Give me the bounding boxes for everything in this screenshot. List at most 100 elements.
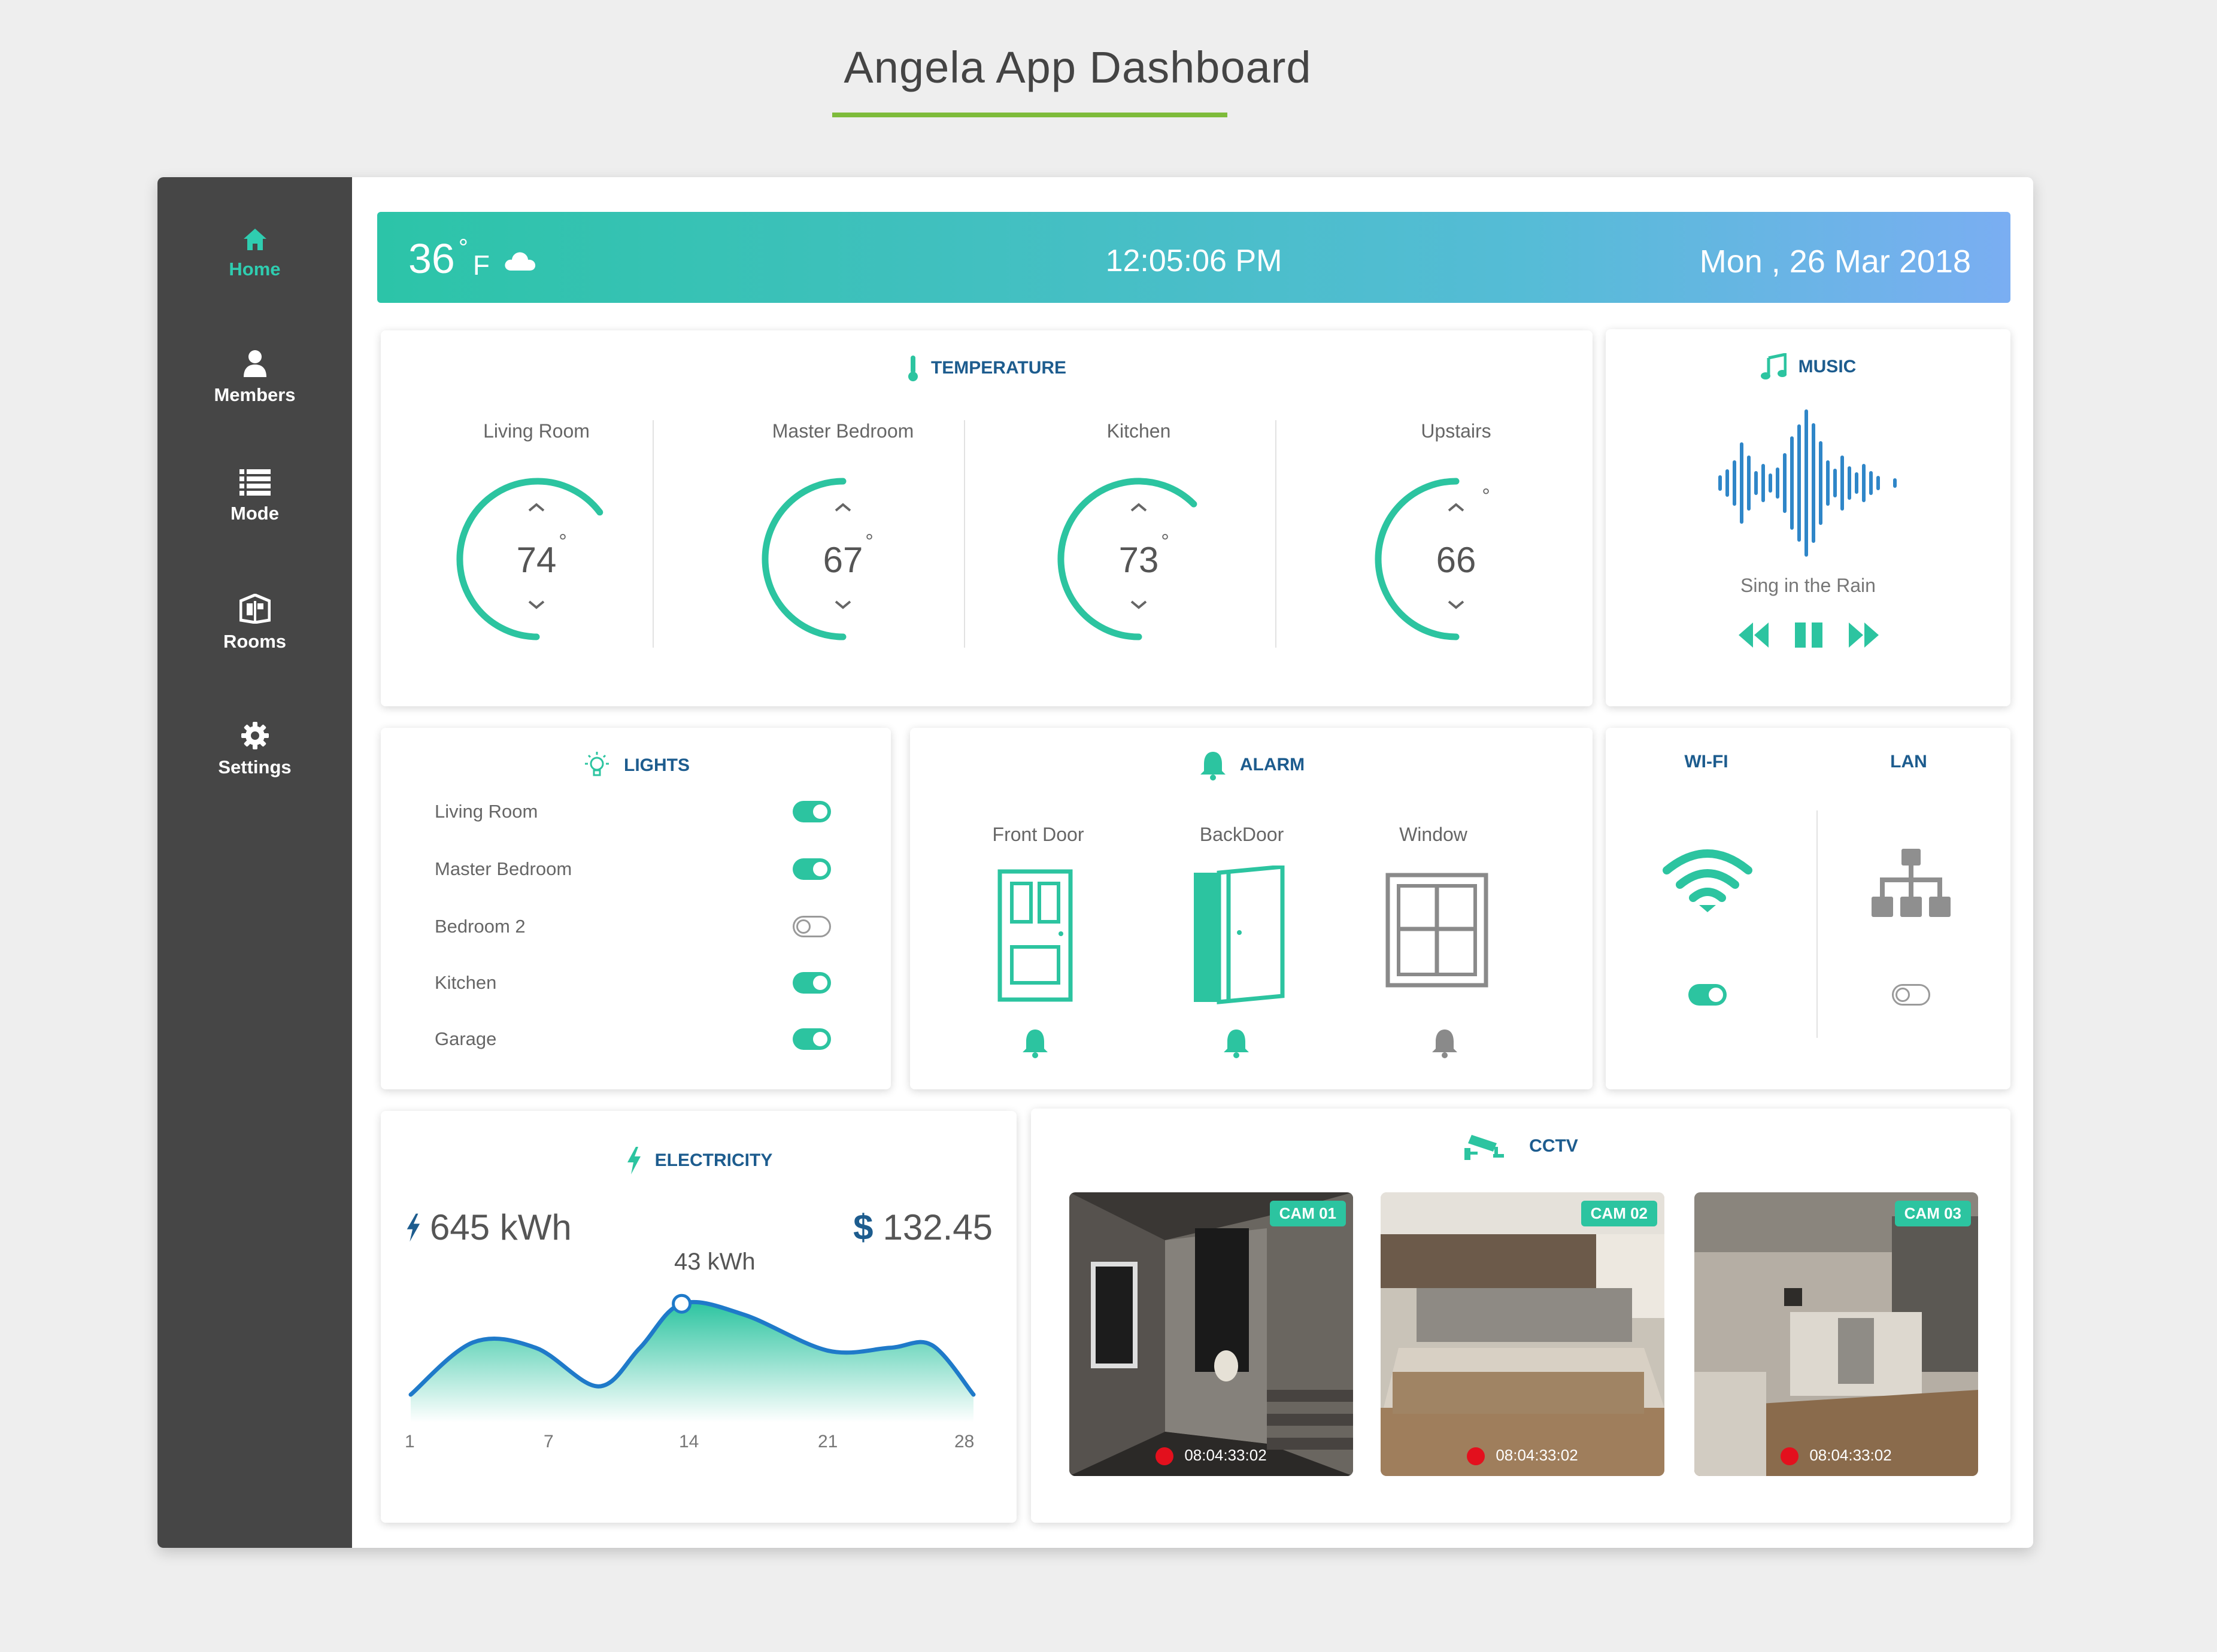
light-label: Garage	[435, 1028, 497, 1049]
thermometer-icon	[908, 356, 918, 381]
sidebar-item-rooms[interactable]: Rooms	[157, 594, 352, 652]
camera-image-bedroom	[1381, 1192, 1664, 1476]
sidebar-item-home[interactable]: Home	[157, 227, 352, 280]
zone-temp-value: 73	[1119, 540, 1159, 580]
x-tick-label: 21	[818, 1432, 838, 1451]
chevron-down-icon	[835, 600, 851, 609]
energy-cost: $132.45	[853, 1207, 993, 1248]
zone-temp-value: 74	[517, 540, 557, 580]
record-indicator-icon	[1155, 1447, 1174, 1465]
alarm-title: ALARM	[1239, 755, 1305, 775]
energy-usage-value: 645 kWh	[430, 1207, 572, 1247]
chevron-up-icon	[1448, 503, 1464, 512]
camera-feed[interactable]: CAM 01 08:04:33:02	[1069, 1192, 1353, 1476]
light-toggle[interactable]	[793, 916, 831, 937]
light-row-kitchen: Kitchen	[435, 965, 831, 1001]
light-toggle[interactable]	[793, 1028, 831, 1050]
record-indicator-icon	[1781, 1447, 1799, 1465]
thermostat-dial[interactable]: 67 °	[753, 469, 933, 649]
chart-area-fill	[411, 1302, 973, 1422]
thermostat-dial[interactable]: 74 °	[447, 469, 626, 649]
energy-cost-value: 132.45	[882, 1207, 993, 1247]
sidebar-item-label: Mode	[231, 503, 279, 524]
chevron-down-icon	[1448, 600, 1464, 609]
lan-network-icon	[1872, 849, 1951, 917]
light-label: Kitchen	[435, 972, 497, 993]
currency-symbol: $	[853, 1207, 874, 1247]
song-title: Sing in the Rain	[1740, 575, 1876, 596]
zone-name: Upstairs	[1421, 420, 1491, 442]
security-camera-icon	[1464, 1135, 1505, 1160]
chevron-up-icon	[1130, 503, 1147, 512]
recording-time: 08:04:33:02	[1069, 1446, 1353, 1465]
chart-data-point	[889, 1347, 891, 1349]
status-bar: 36 ° F 12:05:06 PM Mon , 26 Mar 2018	[377, 212, 2010, 303]
user-icon	[243, 350, 266, 377]
chart-data-point	[597, 1385, 599, 1387]
zone-temp-value: 67	[823, 540, 863, 580]
sidebar: Home Members Mode Rooms Settings	[157, 177, 352, 1548]
light-row-master-bedroom: Master Bedroom	[435, 851, 831, 887]
degree-symbol: °	[1161, 530, 1169, 553]
lightning-icon	[627, 1147, 641, 1174]
light-toggle[interactable]	[793, 801, 831, 822]
temperature-card: TEMPERATURE Living Room 74 ° Master Bedr…	[381, 330, 1593, 706]
camera-feed[interactable]: CAM 02 08:04:33:02	[1381, 1192, 1664, 1476]
camera-label: CAM 02	[1581, 1201, 1657, 1226]
degree-symbol: °	[865, 530, 874, 553]
camera-feed[interactable]: CAM 03 08:04:33:02	[1694, 1192, 1978, 1476]
pause-icon[interactable]	[1794, 621, 1824, 649]
sidebar-item-mode[interactable]: Mode	[157, 469, 352, 524]
camera-label: CAM 01	[1269, 1201, 1346, 1226]
rewind-icon[interactable]	[1737, 621, 1771, 649]
back-door-alarm-bell-icon[interactable]	[1221, 1027, 1251, 1058]
temperature-title: TEMPERATURE	[930, 358, 1067, 378]
thermostat-dial[interactable]: 66 °	[1366, 469, 1546, 649]
chart-peak-marker[interactable]	[672, 1293, 692, 1314]
divider	[653, 420, 654, 648]
lights-title: LIGHTS	[624, 755, 690, 775]
light-label: Living Room	[435, 801, 538, 822]
degree-symbol: °	[559, 530, 567, 553]
timestamp: 08:04:33:02	[1184, 1445, 1267, 1464]
timestamp: 08:04:33:02	[1809, 1445, 1892, 1464]
list-icon	[239, 469, 271, 496]
camera-label: CAM 03	[1894, 1201, 1971, 1226]
chart-data-point	[972, 1393, 975, 1396]
chart-data-point	[930, 1344, 933, 1346]
lights-header: LIGHTS	[381, 751, 891, 781]
light-toggle[interactable]	[793, 972, 831, 994]
fast-forward-icon[interactable]	[1846, 621, 1880, 649]
light-row-garage: Garage	[435, 1021, 831, 1057]
alarm-card: ALARM Front Door BackDoor Window	[910, 728, 1593, 1089]
sidebar-item-label: Home	[229, 259, 281, 280]
chart-data-point	[639, 1347, 641, 1349]
sidebar-item-members[interactable]: Members	[157, 350, 352, 406]
window-alarm-bell-icon[interactable]	[1430, 1027, 1460, 1058]
front-door-alarm-bell-icon[interactable]	[1020, 1027, 1050, 1058]
recording-time: 08:04:33:02	[1381, 1446, 1664, 1465]
divider	[1275, 420, 1276, 648]
cctv-title: CCTV	[1529, 1136, 1578, 1156]
music-title: MUSIC	[1798, 357, 1857, 376]
music-header: MUSIC	[1606, 353, 2010, 381]
lan-label: LAN	[1890, 752, 1927, 772]
chart-data-point	[472, 1341, 474, 1344]
chart-data-point	[826, 1349, 829, 1352]
lan-toggle[interactable]	[1892, 984, 1930, 1006]
chart-data-point	[410, 1393, 412, 1396]
chart-data-point	[535, 1347, 537, 1349]
lightbulb-icon	[585, 752, 609, 776]
light-row-bedroom-2: Bedroom 2	[435, 909, 831, 945]
chevron-up-icon	[528, 503, 545, 512]
gear-icon	[241, 722, 269, 749]
light-toggle[interactable]	[793, 858, 831, 880]
chevron-down-icon	[1130, 600, 1147, 609]
wifi-toggle[interactable]	[1688, 984, 1727, 1006]
sidebar-item-settings[interactable]: Settings	[157, 722, 352, 778]
divider	[964, 420, 965, 648]
x-tick-label: 1	[405, 1432, 415, 1451]
divider	[1816, 810, 1818, 1038]
chart-data-point	[743, 1314, 745, 1316]
thermostat-dial[interactable]: 73 °	[1049, 469, 1229, 649]
